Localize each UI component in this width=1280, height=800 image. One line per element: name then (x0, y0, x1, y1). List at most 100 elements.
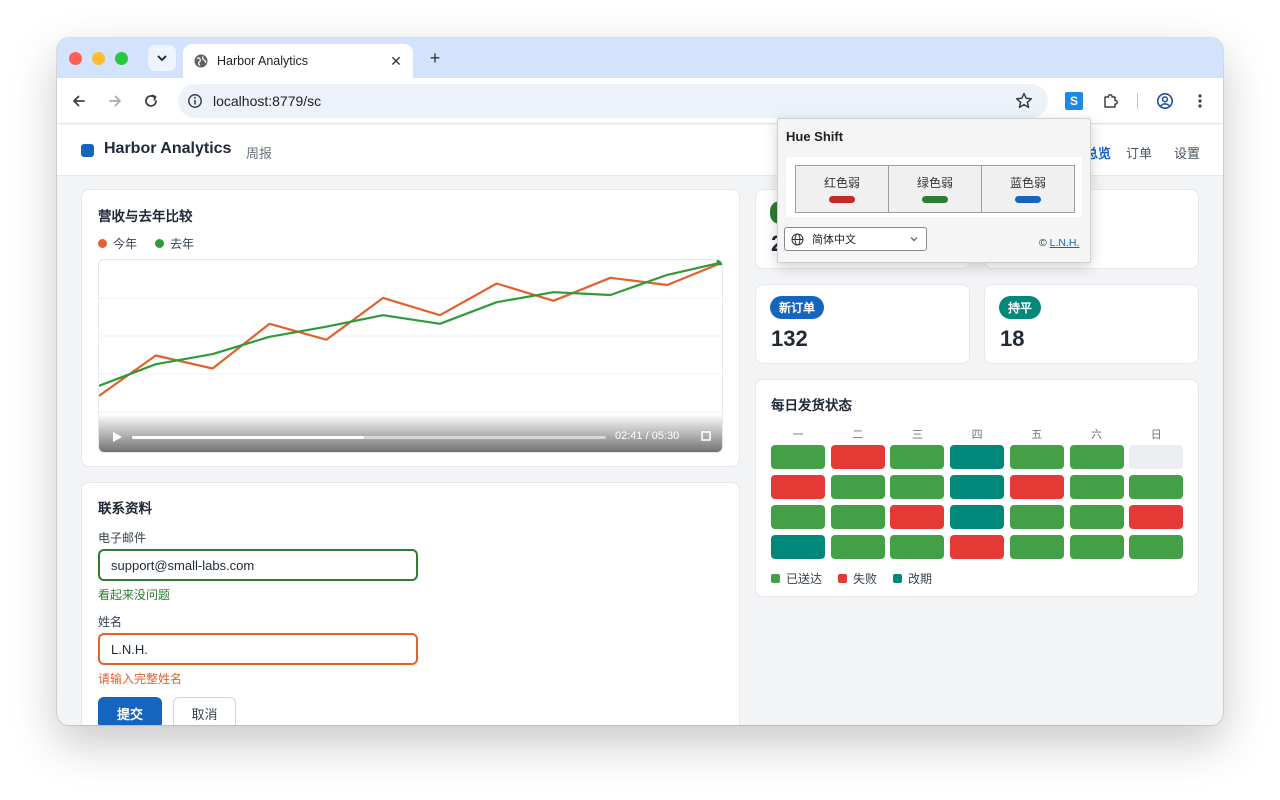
forward-button[interactable] (103, 89, 127, 113)
chevron-down-icon (156, 52, 168, 64)
extensions-puzzle-icon[interactable] (1100, 90, 1122, 112)
name-error-message: 请输入完整姓名 (98, 672, 183, 686)
day-header: 五 (1031, 429, 1043, 441)
browser-tab[interactable]: Harbor Analytics ✕ (183, 44, 413, 78)
shipping-cell-rescheduled (950, 445, 1005, 469)
popup-mode-panel: 红色弱 绿色弱 蓝色弱 (786, 157, 1082, 217)
legend-label-delivered: 已送达 (786, 572, 823, 586)
shipping-cell-delivered (771, 445, 825, 469)
zoom-window-button[interactable] (115, 52, 128, 65)
new-tab-button[interactable]: + (423, 46, 447, 70)
day-header: 一 (792, 429, 804, 441)
contact-card-title: 联系资料 (98, 501, 152, 516)
shipping-cell-delivered (1009, 445, 1064, 469)
video-progress-slider[interactable] (132, 436, 606, 439)
shipping-cell-delivered (1069, 535, 1124, 559)
kpi-badge-flat: 持平 (999, 296, 1042, 319)
shipping-cell-failed (890, 505, 945, 529)
shipping-cell-delivered (830, 475, 885, 499)
shipping-cell-delivered (830, 505, 885, 529)
kpi-value-new-orders: 132 (771, 326, 808, 351)
mode-swatch (829, 195, 855, 203)
mode-label: 绿色弱 (916, 175, 953, 190)
play-icon[interactable] (111, 431, 123, 443)
mode-protanomaly-button[interactable]: 红色弱 (796, 166, 889, 212)
chart-legend: 今年 去年 (98, 235, 194, 252)
reload-icon (143, 93, 159, 109)
legend-label-this-year: 今年 (113, 237, 138, 251)
revenue-video-player[interactable]: 02:41 / 05:30 (98, 259, 723, 453)
popup-title: Hue Shift (786, 129, 844, 144)
app-logo-icon (81, 144, 94, 157)
language-select[interactable]: 简体中文 (784, 227, 927, 251)
email-label: 电子邮件 (98, 531, 147, 545)
legend-dot-this-year (98, 239, 107, 248)
kebab-menu-icon[interactable] (1189, 90, 1211, 112)
shipping-cell-delivered (771, 505, 825, 529)
address-bar[interactable]: localhost:8779/sc (178, 84, 1048, 118)
email-field[interactable] (98, 549, 418, 581)
mode-button-group: 红色弱 绿色弱 蓝色弱 (795, 165, 1075, 213)
mode-deuteranomaly-button[interactable]: 绿色弱 (889, 166, 982, 212)
legend-label-last-year: 去年 (170, 237, 195, 251)
shipping-card: 每日发货状态 已送达 失败 改期 一 二 三 四 五 六 日 (755, 379, 1199, 597)
chevron-down-icon (908, 233, 920, 245)
globe-icon (791, 233, 804, 246)
credit-text: © L.N.H. (1039, 237, 1079, 249)
legend-swatch-delivered (771, 574, 780, 583)
video-time: 02:41 / 05:30 (615, 430, 680, 442)
email-valid-message: 看起来没问题 (98, 588, 171, 602)
shipping-cell-rescheduled (771, 535, 825, 559)
toolbar-divider (1137, 93, 1138, 109)
back-button[interactable] (67, 89, 91, 113)
tab-search-button[interactable] (148, 45, 176, 71)
legend-label-failed: 失败 (853, 572, 878, 586)
legend-swatch-failed (838, 574, 848, 583)
day-header: 日 (1150, 429, 1162, 441)
bookmark-star-icon[interactable] (1014, 91, 1034, 111)
shipping-cell-rescheduled (950, 505, 1005, 529)
fullscreen-icon[interactable] (701, 431, 711, 441)
day-header: 三 (911, 429, 923, 441)
extension-s-icon[interactable]: S (1065, 92, 1083, 110)
close-tab-icon[interactable]: ✕ (385, 50, 407, 72)
mode-label: 蓝色弱 (1009, 175, 1046, 190)
kpi-card-new-orders: 新订单 132 (755, 284, 970, 364)
legend-label-rescheduled: 改期 (908, 572, 933, 586)
tab-title: Harbor Analytics (217, 54, 309, 68)
submit-button[interactable]: 提交 (98, 697, 162, 725)
mode-tritanomaly-button[interactable]: 蓝色弱 (982, 166, 1074, 212)
shipping-cell-failed (950, 535, 1005, 559)
shipping-legend: 已送达 失败 改期 (771, 570, 932, 587)
day-header: 六 (1091, 429, 1102, 441)
info-icon[interactable] (187, 93, 203, 109)
nav-orders[interactable]: 订单 (1126, 143, 1152, 162)
hue-shift-popup: Hue Shift 红色弱 绿色弱 蓝色弱 简体中文 © L.N.H. (777, 118, 1091, 263)
name-field[interactable] (98, 633, 418, 665)
app-name: Harbor Analytics (104, 140, 232, 157)
revenue-card: 营收与去年比较 今年 去年 02:41 / 05:30 (81, 189, 740, 467)
url-text: localhost:8779/sc (213, 93, 322, 109)
shipping-cell-failed (1129, 505, 1184, 529)
profile-icon[interactable] (1154, 90, 1176, 112)
reload-button[interactable] (139, 89, 163, 113)
shipping-cell-rescheduled (950, 475, 1005, 499)
revenue-card-title: 营收与去年比较 (98, 209, 193, 224)
cancel-button[interactable]: 取消 (173, 697, 236, 725)
mode-label: 红色弱 (823, 175, 860, 190)
copyright-symbol: © (1039, 237, 1047, 249)
day-header: 四 (971, 429, 983, 441)
shipping-cell-delivered (1069, 475, 1124, 499)
video-progress-fill (132, 436, 365, 439)
tab-bar: Harbor Analytics ✕ + (57, 38, 1223, 78)
series-line-0 (99, 261, 722, 397)
close-window-button[interactable] (69, 52, 82, 65)
minimize-window-button[interactable] (92, 52, 105, 65)
contact-card: 联系资料 电子邮件 看起来没问题 姓名 请输入完整姓名 提交 取消 (81, 482, 740, 725)
kpi-card-flat: 持平 18 (984, 284, 1199, 364)
kpi-badge-new-orders: 新订单 (770, 296, 825, 319)
shipping-cell-failed (830, 445, 885, 469)
shipping-cell-delivered (1069, 445, 1124, 469)
credit-link[interactable]: L.N.H. (1050, 237, 1080, 249)
nav-settings[interactable]: 设置 (1174, 143, 1200, 162)
